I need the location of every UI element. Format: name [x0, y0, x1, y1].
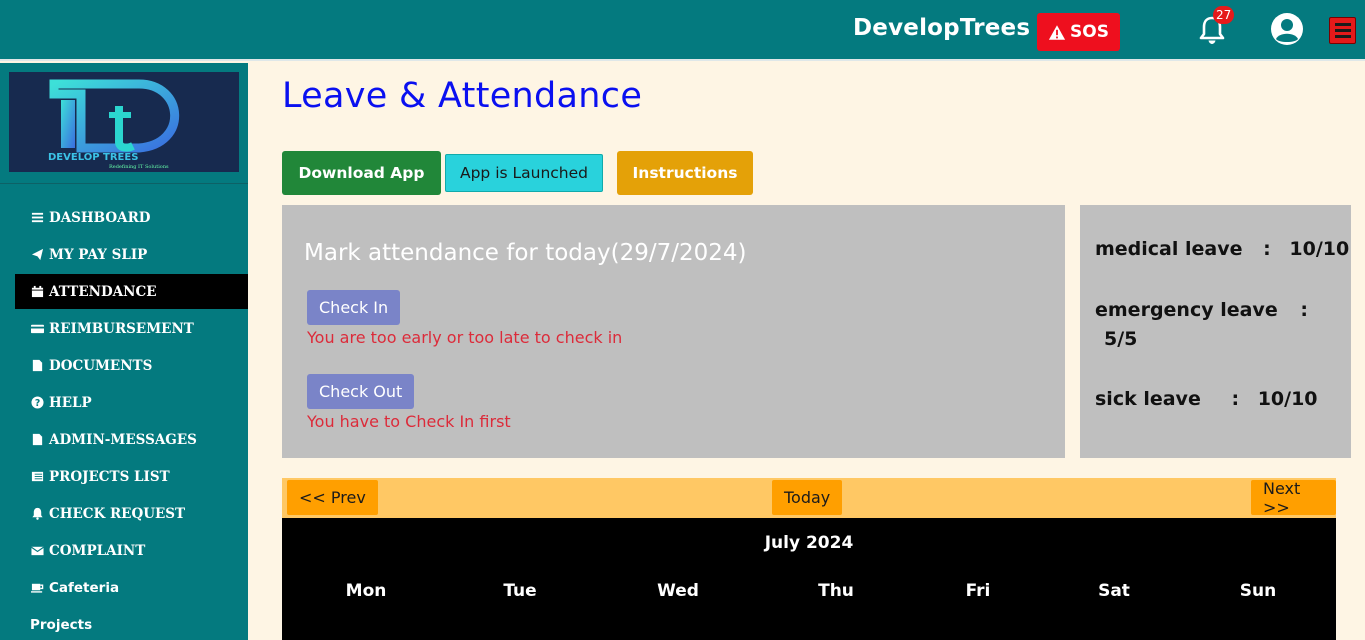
- coffee-icon: [30, 581, 44, 595]
- leave-row-emergency: emergency leave : 5/5: [1095, 296, 1308, 354]
- leave-value: 10/10: [1257, 388, 1318, 410]
- sidebar: DEVELOP TREES Redefining IT Solutions DA…: [0, 63, 248, 640]
- leave-row-sick: sick leave : 10/10: [1095, 385, 1318, 414]
- file-icon: [30, 433, 44, 447]
- leave-separator: :: [1300, 299, 1308, 321]
- weekday-header: Tue: [503, 581, 537, 601]
- weekday-header: Sun: [1239, 581, 1277, 601]
- sidebar-item-label: ADMIN-MESSAGES: [49, 431, 197, 448]
- sidebar-item-documents[interactable]: DOCUMENTS: [15, 348, 248, 383]
- envelope-icon: [30, 544, 44, 558]
- sidebar-item-projects-list[interactable]: PROJECTS LIST: [15, 459, 248, 494]
- sidebar-item-label: HELP: [49, 394, 92, 411]
- attendance-card: Mark attendance for today(29/7/2024) Che…: [282, 205, 1065, 458]
- sidebar-item-check-request[interactable]: CHECK REQUEST: [15, 496, 248, 531]
- sidebar-item-complaint[interactable]: COMPLAINT: [15, 533, 248, 568]
- leave-row-medical: medical leave : 10/10: [1095, 235, 1349, 264]
- leave-balance-card: medical leave : 10/10 emergency leave : …: [1080, 205, 1351, 458]
- sidebar-item-label: MY PAY SLIP: [49, 246, 148, 263]
- check-out-message: You have to Check In first: [307, 412, 511, 431]
- sidebar-item-help[interactable]: ? HELP: [15, 385, 248, 420]
- calendar-icon: [30, 285, 44, 299]
- sidebar-item-projects[interactable]: Projects: [15, 607, 248, 640]
- leave-separator: :: [1263, 238, 1271, 260]
- bars-icon: [30, 211, 44, 225]
- sidebar-item-reimbursement[interactable]: REIMBURSEMENT: [15, 311, 248, 346]
- check-in-message: You are too early or too late to check i…: [307, 328, 623, 347]
- check-out-button[interactable]: Check Out: [307, 374, 415, 409]
- app-launched-badge[interactable]: App is Launched: [445, 154, 603, 192]
- download-app-button[interactable]: Download App: [282, 151, 441, 195]
- weekday-header: Mon: [345, 581, 387, 601]
- leave-name: sick leave: [1095, 388, 1201, 410]
- calendar-prev-button[interactable]: << Prev: [287, 480, 378, 515]
- sidebar-item-label: COMPLAINT: [49, 542, 146, 559]
- logo-text: DEVELOP TREES: [48, 152, 138, 163]
- logo-tagline: Redefining IT Solutions: [109, 164, 169, 170]
- file-icon: [30, 359, 44, 373]
- question-circle-icon: ?: [30, 396, 44, 410]
- sidebar-item-dashboard[interactable]: DASHBOARD: [15, 200, 248, 235]
- notification-badge: 27: [1213, 6, 1235, 24]
- instructions-button[interactable]: Instructions: [617, 151, 753, 195]
- calendar-toolbar: << Prev Today Next >>: [282, 478, 1336, 518]
- sidebar-item-label: Cafeteria: [49, 579, 120, 596]
- calendar-today-button[interactable]: Today: [772, 480, 843, 515]
- leave-value: 10/10: [1289, 238, 1350, 260]
- sos-label: SOS: [1070, 22, 1109, 42]
- weekday-header: Wed: [657, 581, 699, 601]
- leave-name: medical leave: [1095, 238, 1243, 260]
- company-logo[interactable]: DEVELOP TREES Redefining IT Solutions: [9, 72, 239, 172]
- page-title: Leave & Attendance: [282, 76, 643, 116]
- weekday-header: Thu: [818, 581, 854, 601]
- brand-name[interactable]: DevelopTrees: [853, 15, 1030, 41]
- sidebar-item-label: DASHBOARD: [49, 209, 151, 226]
- sidebar-item-label: REIMBURSEMENT: [49, 320, 194, 337]
- top-navbar: DevelopTrees SOS 27: [0, 0, 1365, 61]
- sidebar-item-label: CHECK REQUEST: [49, 505, 186, 522]
- sidebar-item-admin-messages[interactable]: ADMIN-MESSAGES: [15, 422, 248, 457]
- list-icon: [30, 470, 44, 484]
- leave-value: 5/5: [1104, 328, 1138, 350]
- sos-button[interactable]: SOS: [1037, 13, 1120, 51]
- check-in-button[interactable]: Check In: [307, 290, 401, 325]
- sidebar-item-label: PROJECTS LIST: [49, 468, 170, 485]
- sidebar-item-my-pay-slip[interactable]: MY PAY SLIP: [15, 237, 248, 272]
- sidebar-divider: [0, 183, 248, 184]
- bell-icon: [30, 507, 44, 521]
- leave-separator: :: [1231, 388, 1240, 410]
- paper-plane-icon: [30, 248, 44, 262]
- leave-name: emergency leave: [1095, 299, 1278, 321]
- sidebar-item-label: DOCUMENTS: [49, 357, 153, 374]
- user-avatar-icon[interactable]: [1270, 12, 1304, 46]
- sidebar-item-attendance[interactable]: ATTENDANCE: [15, 274, 248, 309]
- attendance-title: Mark attendance for today(29/7/2024): [304, 240, 747, 266]
- calendar-month-label: July 2024: [764, 533, 854, 553]
- svg-text:?: ?: [34, 398, 39, 409]
- warning-icon: [1048, 24, 1066, 40]
- weekday-header: Fri: [965, 581, 991, 601]
- calendar-next-button[interactable]: Next >>: [1251, 479, 1336, 517]
- calendar-grid: July 2024 Mon Tue Wed Thu Fri Sat Sun: [282, 518, 1336, 640]
- sidebar-item-label: ATTENDANCE: [49, 283, 157, 300]
- weekday-header: Sat: [1098, 581, 1130, 601]
- logo-graphic: DEVELOP TREES Redefining IT Solutions: [48, 79, 180, 170]
- hamburger-menu-button[interactable]: [1329, 17, 1356, 44]
- sidebar-item-cafeteria[interactable]: Cafeteria: [15, 570, 248, 605]
- credit-card-icon: [30, 322, 44, 336]
- sidebar-item-label: Projects: [30, 616, 93, 633]
